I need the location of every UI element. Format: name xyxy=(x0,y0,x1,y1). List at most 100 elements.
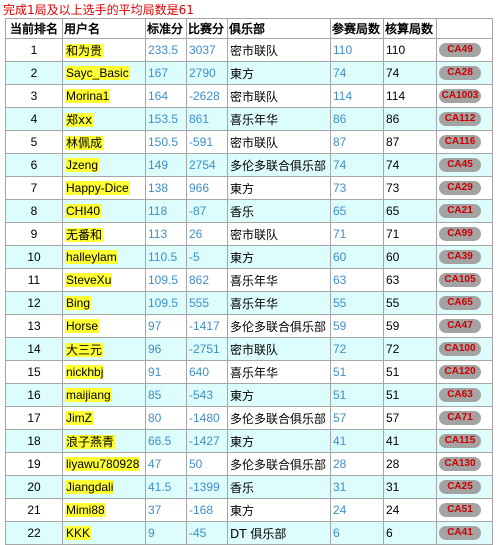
username-link[interactable]: 浪子燕青 xyxy=(65,434,116,449)
games-played-cell[interactable]: 110 xyxy=(330,38,384,62)
games-played-cell[interactable]: 60 xyxy=(330,245,384,269)
match-score-cell: -1480 xyxy=(186,406,228,430)
username-link[interactable]: Jiangdali xyxy=(65,480,115,494)
player-id-badge[interactable]: CA116 xyxy=(439,135,481,150)
club-cell: DT 俱乐部 xyxy=(227,521,331,545)
games-played-cell[interactable]: 6 xyxy=(330,521,384,545)
player-id-badge[interactable]: CA130 xyxy=(439,457,481,472)
player-id-badge[interactable]: CA51 xyxy=(439,503,481,518)
username-link[interactable]: 林佩成 xyxy=(65,135,104,150)
rank-cell: 14 xyxy=(5,337,63,361)
table-row: 5 林佩成 150.5 -591 密市联队 87 87 CA116 xyxy=(5,130,493,154)
player-id-badge[interactable]: CA112 xyxy=(439,112,481,127)
player-id-badge[interactable]: CA45 xyxy=(439,158,481,173)
username-link[interactable]: CHI40 xyxy=(65,204,102,218)
player-id-badge[interactable]: CA49 xyxy=(439,43,481,58)
badge-cell: CA49 xyxy=(436,38,493,62)
games-played-cell[interactable]: 41 xyxy=(330,429,384,453)
games-played-cell[interactable]: 51 xyxy=(330,360,384,384)
player-id-badge[interactable]: CA1003 xyxy=(439,89,481,104)
header-club: 俱乐部 xyxy=(227,18,331,39)
username-link[interactable]: Sayc_Basic xyxy=(65,66,130,80)
player-id-badge[interactable]: CA47 xyxy=(439,319,481,334)
standard-score-cell: 233.5 xyxy=(145,38,187,62)
username-link[interactable]: Horse xyxy=(65,319,100,333)
games-played-cell[interactable]: 63 xyxy=(330,268,384,292)
match-score-cell: -5 xyxy=(186,245,228,269)
username-link[interactable]: Morina1 xyxy=(65,89,111,103)
username-link[interactable]: Mimi88 xyxy=(65,503,106,517)
player-id-badge[interactable]: CA21 xyxy=(439,204,481,219)
club-cell: 密市联队 xyxy=(227,38,331,62)
match-score-cell: -2751 xyxy=(186,337,228,361)
username-link[interactable]: JimZ xyxy=(65,411,93,425)
rank-cell: 21 xyxy=(5,498,63,522)
games-played-cell[interactable]: 51 xyxy=(330,383,384,407)
player-id-badge[interactable]: CA99 xyxy=(439,227,481,242)
match-score-cell: -1399 xyxy=(186,475,228,499)
player-id-badge[interactable]: CA41 xyxy=(439,526,481,541)
standard-score-cell: 91 xyxy=(145,360,187,384)
club-cell: 喜乐年华 xyxy=(227,360,331,384)
header-games-counted: 核算局数 xyxy=(383,18,437,39)
match-score-cell: 2754 xyxy=(186,153,228,177)
badge-cell: CA21 xyxy=(436,199,493,223)
table-row: 1 和为贵 233.5 3037 密市联队 110 110 CA49 xyxy=(5,38,493,62)
badge-cell: CA28 xyxy=(436,61,493,85)
player-id-badge[interactable]: CA71 xyxy=(439,411,481,426)
player-id-badge[interactable]: CA39 xyxy=(439,250,481,265)
games-played-cell[interactable]: 57 xyxy=(330,406,384,430)
badge-cell: CA116 xyxy=(436,130,493,154)
username-link[interactable]: SteveXu xyxy=(65,273,113,287)
username-link[interactable]: maijiang xyxy=(65,388,112,402)
username-cell: Jiangdali xyxy=(62,475,146,499)
username-link[interactable]: Happy-Dice xyxy=(65,181,130,195)
rank-cell: 15 xyxy=(5,360,63,384)
games-played-cell[interactable]: 71 xyxy=(330,222,384,246)
club-cell: 密市联队 xyxy=(227,337,331,361)
games-played-cell[interactable]: 74 xyxy=(330,61,384,85)
games-played-cell[interactable]: 74 xyxy=(330,153,384,177)
table-row: 6 Jzeng 149 2754 多伦多联合俱乐部 74 74 CA45 xyxy=(5,153,493,177)
games-played-cell[interactable]: 55 xyxy=(330,291,384,315)
rank-cell: 19 xyxy=(5,452,63,476)
username-cell: Mimi88 xyxy=(62,498,146,522)
games-played-cell[interactable]: 31 xyxy=(330,475,384,499)
username-link[interactable]: halleylam xyxy=(65,250,118,264)
games-played-cell[interactable]: 86 xyxy=(330,107,384,131)
games-played-cell[interactable]: 59 xyxy=(330,314,384,338)
games-played-cell[interactable]: 73 xyxy=(330,176,384,200)
match-score-cell: -1417 xyxy=(186,314,228,338)
username-link[interactable]: Jzeng xyxy=(65,158,100,172)
badge-cell: CA25 xyxy=(436,475,493,499)
player-id-badge[interactable]: CA105 xyxy=(439,273,481,288)
player-id-badge[interactable]: CA29 xyxy=(439,181,481,196)
table-row: 22 KKK 9 -45 DT 俱乐部 6 6 CA41 xyxy=(5,521,493,545)
games-played-cell[interactable]: 114 xyxy=(330,84,384,108)
games-played-cell[interactable]: 87 xyxy=(330,130,384,154)
username-link[interactable]: 和为贵 xyxy=(65,43,104,58)
username-link[interactable]: 大三元 xyxy=(65,342,104,357)
games-counted-cell: 31 xyxy=(383,475,437,499)
username-link[interactable]: nickhbj xyxy=(65,365,105,379)
player-id-badge[interactable]: CA115 xyxy=(439,434,481,449)
player-id-badge[interactable]: CA25 xyxy=(439,480,481,495)
player-id-badge[interactable]: CA100 xyxy=(439,342,481,357)
games-played-cell[interactable]: 24 xyxy=(330,498,384,522)
games-played-cell[interactable]: 28 xyxy=(330,452,384,476)
player-id-badge[interactable]: CA63 xyxy=(439,388,481,403)
username-link[interactable]: liyawu780928 xyxy=(65,457,141,471)
username-link[interactable]: 无番和 xyxy=(65,227,104,242)
username-link[interactable]: 郑xx xyxy=(65,112,94,127)
games-played-cell[interactable]: 65 xyxy=(330,199,384,223)
games-played-cell[interactable]: 72 xyxy=(330,337,384,361)
username-link[interactable]: KKK xyxy=(65,526,92,540)
table-row: 2 Sayc_Basic 167 2790 東方 74 74 CA28 xyxy=(5,61,493,85)
match-score-cell: 555 xyxy=(186,291,228,315)
player-id-badge[interactable]: CA28 xyxy=(439,66,481,81)
games-counted-cell: 65 xyxy=(383,199,437,223)
player-id-badge[interactable]: CA65 xyxy=(439,296,481,311)
username-link[interactable]: Bing xyxy=(65,296,92,310)
match-score-cell: 640 xyxy=(186,360,228,384)
player-id-badge[interactable]: CA120 xyxy=(439,365,481,380)
